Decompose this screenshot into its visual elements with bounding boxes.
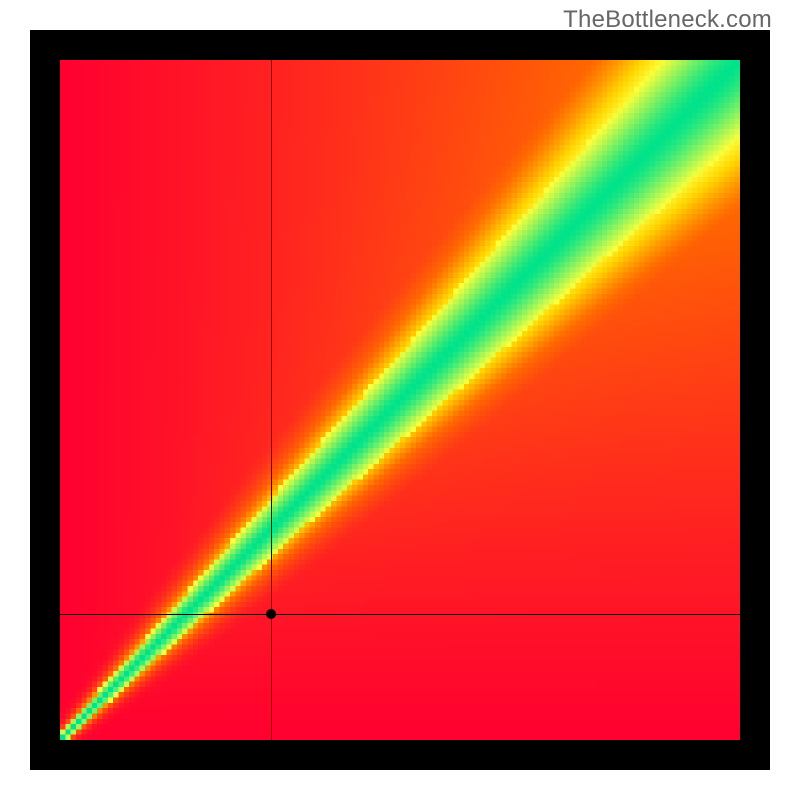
marker-dot (266, 609, 276, 619)
crosshair-horizontal (60, 614, 740, 615)
chart-stage: TheBottleneck.com (0, 0, 800, 800)
crosshair-vertical (271, 60, 272, 740)
heatmap-plot (60, 60, 740, 740)
heatmap-canvas (60, 60, 740, 740)
